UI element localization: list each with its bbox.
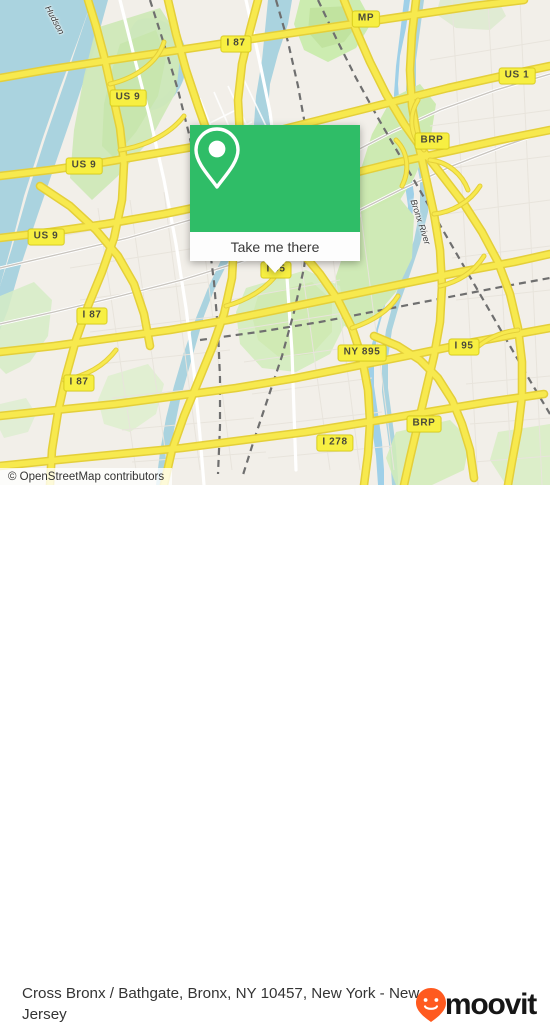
map-pin-icon (194, 127, 240, 189)
osm-attribution[interactable]: © OpenStreetMap contributors (0, 468, 173, 485)
map-canvas[interactable]: I 87 MP US 1 US 9 BRP US 9 US 9 I 87 I 95 NY 895 I… (0, 0, 550, 485)
moovit-smiley-pin-icon (415, 988, 446, 1022)
road-shield: US 9 (27, 228, 65, 246)
road-shield: BRP (406, 415, 442, 433)
moovit-wordmark: moovit (444, 988, 537, 1021)
popup-tail (264, 261, 286, 273)
road-shield: I 87 (76, 307, 108, 325)
take-me-there-button[interactable]: Take me there (190, 232, 360, 261)
road-shield: NY 895 (337, 344, 387, 362)
location-popup[interactable]: Take me there (190, 125, 360, 273)
road-shield: US 1 (498, 67, 536, 85)
road-shield: US 9 (109, 89, 147, 107)
road-shield: MP (351, 10, 381, 28)
road-shield: I 95 (448, 338, 480, 356)
road-shield: I 87 (63, 374, 95, 392)
popup-marker-panel (190, 125, 360, 232)
road-shield: I 278 (316, 434, 354, 452)
road-shield: US 9 (65, 157, 103, 175)
footer-bar: Cross Bronx / Bathgate, Bronx, NY 10457,… (0, 485, 550, 1023)
take-me-there-label: Take me there (230, 238, 320, 255)
place-title: Cross Bronx / Bathgate, Bronx, NY 10457,… (22, 985, 420, 1023)
road-shield: BRP (414, 132, 450, 150)
road-shield: I 87 (220, 35, 252, 53)
moovit-logo[interactable]: moovit (414, 987, 537, 1023)
moovit-map-screen: I 87 MP US 1 US 9 BRP US 9 US 9 I 87 I 95 NY 895 I… (0, 0, 550, 1023)
